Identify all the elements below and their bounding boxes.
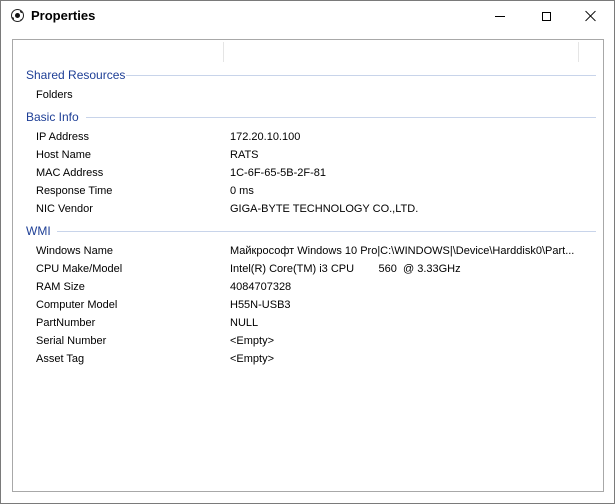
row-label-computer-model[interactable]: Computer Model — [36, 299, 117, 311]
row-label-ram-size[interactable]: RAM Size — [36, 281, 85, 293]
row-label-serial-number[interactable]: Serial Number — [36, 335, 106, 347]
title-bar[interactable]: Properties — [1, 1, 614, 31]
group-header-basic-info[interactable]: Basic Info — [26, 110, 79, 124]
group-divider — [126, 75, 596, 76]
row-label-response-time[interactable]: Response Time — [36, 185, 112, 197]
row-value-response-time: 0 ms — [230, 185, 254, 197]
row-label-part-number[interactable]: PartNumber — [36, 317, 95, 329]
maximize-button[interactable] — [523, 1, 569, 31]
row-label-folders[interactable]: Folders — [36, 89, 73, 101]
group-header-wmi[interactable]: WMI — [26, 224, 51, 238]
row-label-nic-vendor[interactable]: NIC Vendor — [36, 203, 93, 215]
close-button[interactable] — [568, 1, 614, 31]
row-label-mac-address[interactable]: MAC Address — [36, 167, 103, 179]
row-value-serial-number: <Empty> — [230, 335, 275, 347]
row-value-mac-address: 1C-6F-65-5B-2F-81 — [230, 167, 326, 179]
properties-list[interactable]: Shared Resources Folders Basic Info IP A… — [12, 39, 604, 492]
minimize-button[interactable] — [477, 1, 523, 31]
column-separator[interactable] — [223, 42, 224, 62]
row-label-cpu-make-model[interactable]: CPU Make/Model — [36, 263, 122, 275]
window-title: Properties — [31, 8, 96, 23]
row-value-computer-model: H55N-USB3 — [230, 299, 291, 311]
row-value-asset-tag: <Empty> — [230, 353, 275, 365]
row-label-windows-name[interactable]: Windows Name — [36, 245, 113, 257]
maximize-icon — [541, 11, 551, 21]
minimize-icon — [495, 15, 505, 17]
row-label-asset-tag[interactable]: Asset Tag — [36, 353, 84, 365]
properties-window: Properties Shared Resources Folders Basi… — [0, 0, 615, 504]
row-label-host-name[interactable]: Host Name — [36, 149, 91, 161]
column-header-row[interactable] — [13, 40, 603, 64]
row-value-nic-vendor: GIGA-BYTE TECHNOLOGY CO.,LTD. — [230, 203, 419, 215]
row-value-ram-size: 4084707328 — [230, 281, 292, 293]
group-header-shared-resources[interactable]: Shared Resources — [26, 68, 125, 82]
row-value-ip-address: 172.20.10.100 — [230, 131, 301, 143]
row-value-part-number: NULL — [230, 317, 259, 329]
soccer-ball-icon — [11, 9, 24, 22]
group-divider — [57, 231, 596, 232]
row-label-ip-address[interactable]: IP Address — [36, 131, 89, 143]
group-divider — [86, 117, 596, 118]
row-value-windows-name: Майкрософт Windows 10 Pro|C:\WINDOWS|\De… — [230, 245, 575, 257]
close-icon — [585, 10, 597, 22]
column-separator[interactable] — [578, 42, 579, 62]
row-value-cpu-make-model: Intel(R) Core(TM) i3 CPU 560 @ 3.33GHz — [230, 263, 461, 275]
row-value-host-name: RATS — [230, 149, 259, 161]
